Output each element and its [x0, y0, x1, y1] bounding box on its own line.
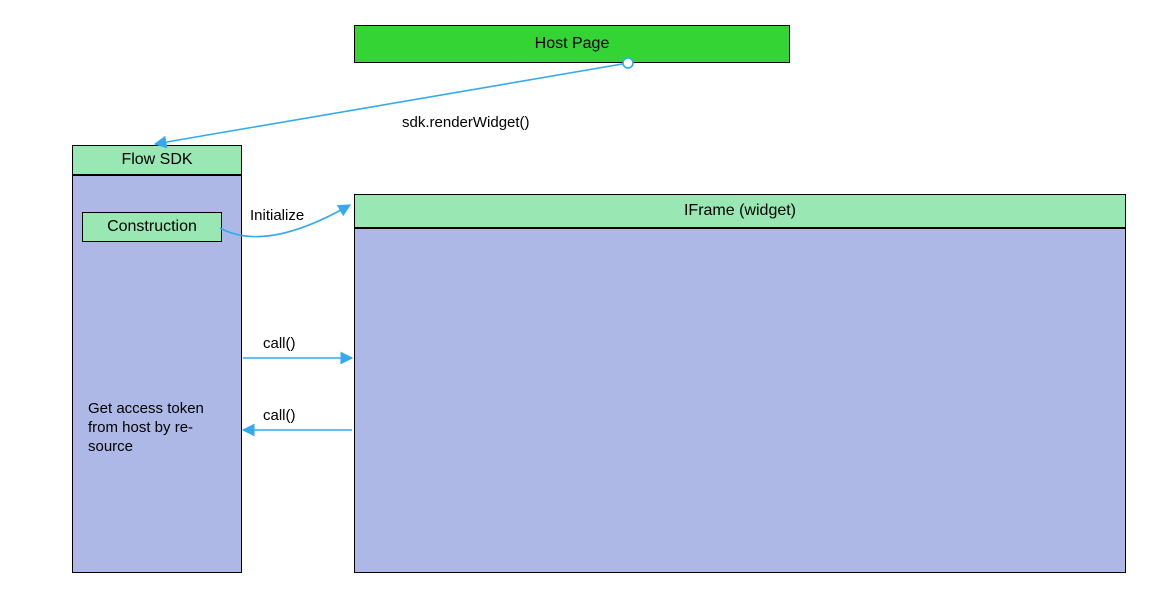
diagram-canvas: Host Page Flow SDK Construction Get acce… — [0, 0, 1151, 596]
label-call2: call() — [263, 407, 296, 424]
construction-label: Construction — [107, 218, 197, 236]
iframe-body — [354, 228, 1126, 573]
sdk-body-text: Get access token from host by re- source — [88, 400, 228, 456]
iframe-header-label: IFrame (widget) — [684, 202, 796, 220]
iframe-header: IFrame (widget) — [354, 194, 1126, 228]
label-render: sdk.renderWidget() — [402, 114, 530, 131]
flow-sdk-label: Flow SDK — [121, 151, 192, 169]
label-initialize: Initialize — [250, 207, 304, 224]
host-page-label: Host Page — [535, 35, 610, 53]
arrow-render — [155, 63, 628, 144]
label-call1: call() — [263, 335, 296, 352]
flow-sdk-header: Flow SDK — [72, 145, 242, 175]
host-page-box: Host Page — [354, 25, 790, 63]
construction-box: Construction — [82, 212, 222, 242]
